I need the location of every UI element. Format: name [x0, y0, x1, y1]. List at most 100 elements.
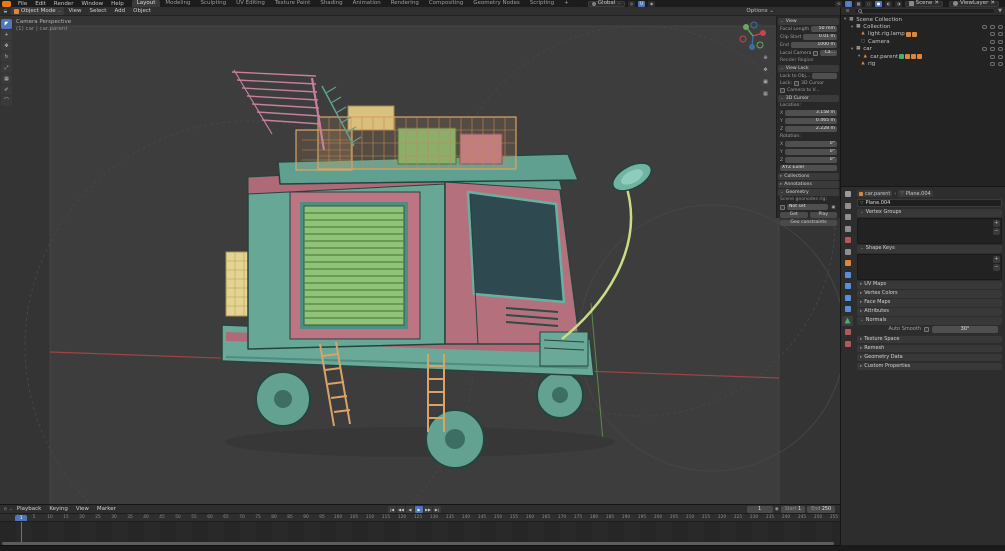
viewport-canvas[interactable]	[0, 16, 840, 504]
play-button[interactable]: ▶	[415, 506, 423, 513]
viewlayer-selector[interactable]: ViewLayer ✕	[949, 0, 999, 7]
lock-to-object-field[interactable]	[812, 73, 837, 79]
disclosure-caret[interactable]: ▾	[844, 17, 846, 22]
tab-view-layer[interactable]	[842, 224, 853, 234]
outliner-row[interactable]: ▾ ▦ Scene Collection	[841, 16, 1005, 23]
add-workspace-button[interactable]: +	[559, 0, 574, 7]
outliner-row[interactable]: ▾ ▦ Collection	[841, 23, 1005, 30]
geonodes-target-field[interactable]: Not set	[787, 204, 828, 210]
move-view-icon[interactable]: ✥	[761, 66, 770, 75]
exclude-checkbox[interactable]	[982, 25, 987, 30]
topbar-menu-render[interactable]: Render	[50, 1, 78, 7]
topbar-menu-file[interactable]: File	[14, 1, 31, 7]
cursor-y-field[interactable]: 0.465 m	[784, 118, 837, 124]
tool-measure[interactable]: ⌒	[1, 96, 12, 106]
annotations-panel-header[interactable]: ▸ Annotations	[778, 181, 839, 188]
list-remove-button[interactable]: −	[993, 227, 1000, 235]
tab-object[interactable]	[842, 258, 853, 268]
tab-texture[interactable]	[842, 339, 853, 349]
render-camera-icon[interactable]	[998, 62, 1003, 67]
workspace-tab-uv-editing[interactable]: UV Editing	[231, 0, 270, 7]
view-lock-panel-header[interactable]: ⌄ View Lock	[778, 65, 839, 72]
tab-object-data[interactable]	[842, 315, 853, 326]
collections-panel-header[interactable]: ▸ Collections	[778, 173, 839, 180]
play-reverse-button[interactable]: ◀	[406, 506, 414, 513]
geonodes-checkbox[interactable]	[780, 204, 785, 210]
geometry-panel-header[interactable]: ⌄ Geometry	[778, 189, 839, 196]
viewport-menu-add[interactable]: Add	[110, 8, 129, 14]
xray-toggle-icon[interactable]: ▩	[855, 0, 863, 7]
prev-keyframe-button[interactable]: ◀◀	[397, 506, 405, 513]
panel-header-custom-properties[interactable]: ▸ Custom Properties	[857, 362, 1002, 370]
shading-material-icon[interactable]: ◐	[885, 0, 893, 7]
geo-constraints-button[interactable]: Geo constraints	[780, 220, 837, 226]
timeline-editor-icon[interactable]: ◴	[2, 506, 9, 512]
tab-output[interactable]	[842, 212, 853, 222]
timeline-menu-view[interactable]: View	[72, 506, 93, 512]
viewport-menu-object[interactable]: Object	[129, 8, 155, 14]
cursor-rz-field[interactable]: 0°	[785, 157, 837, 163]
panel-header-geometry-data[interactable]: ▸ Geometry Data	[857, 353, 1002, 361]
render-camera-icon[interactable]	[998, 47, 1003, 52]
zoom-icon[interactable]: ⊕	[761, 54, 770, 63]
shading-solid-icon[interactable]: ●	[875, 0, 883, 7]
current-frame-field[interactable]: 1	[746, 506, 773, 513]
topbar-menu-edit[interactable]: Edit	[31, 1, 50, 7]
clip-end-field[interactable]: 1000 m	[790, 42, 837, 48]
panel-header-vertex-colors[interactable]: ▸ Vertex Colors	[857, 290, 1002, 298]
breadcrumb-data[interactable]: ▽ Plane.004	[898, 190, 933, 197]
topbar-menu-window[interactable]: Window	[77, 1, 107, 7]
outliner-row[interactable]: ▾ ▦ car	[841, 46, 1005, 53]
tab-render[interactable]	[842, 201, 853, 211]
local-camera-field[interactable]: Ca...	[820, 50, 837, 56]
frame-start-field[interactable]: Start 1	[780, 506, 806, 513]
tool-move[interactable]: ✥	[1, 41, 12, 51]
camera-view-icon[interactable]: ▣	[761, 78, 770, 87]
breadcrumb-object[interactable]: car.parent	[857, 190, 893, 197]
tab-modifiers[interactable]	[842, 270, 853, 280]
next-keyframe-button[interactable]: ▶▶	[424, 506, 432, 513]
playhead-line[interactable]	[21, 522, 23, 542]
cursor-panel-header[interactable]: ⌄ 3D Cursor	[778, 95, 839, 102]
panel-header-vertex-groups[interactable]: ⌄ Vertex Groups	[857, 209, 1002, 217]
hide-eye-icon[interactable]	[990, 54, 995, 59]
render-camera-icon[interactable]	[998, 39, 1003, 44]
auto-keying-icon[interactable]: ◉	[775, 507, 779, 512]
timeline-region[interactable]	[0, 522, 840, 542]
tool-scale[interactable]: ⤢	[1, 63, 12, 73]
timeline-ruler[interactable]: 0510152025303540455055606570758085909510…	[0, 514, 840, 522]
cursor-rx-field[interactable]: 0°	[785, 141, 837, 147]
auto-smooth-checkbox[interactable]	[924, 326, 929, 332]
outliner-search-input[interactable]	[854, 8, 996, 14]
panel-header-shape-keys[interactable]: ⌄ Shape Keys	[857, 245, 1002, 253]
snap-magnet-icon[interactable]: U	[638, 0, 646, 7]
outliner-row[interactable]: ▲ rig	[841, 60, 1005, 67]
render-camera-icon[interactable]	[998, 25, 1003, 30]
tab-material[interactable]	[842, 327, 853, 337]
viewport-menu-view[interactable]: View	[64, 8, 85, 14]
panel-header-texture-space[interactable]: ▸ Texture Space	[857, 335, 1002, 343]
disclosure-caret[interactable]: ▾	[858, 54, 860, 59]
render-camera-icon[interactable]	[998, 32, 1003, 37]
hide-eye-icon[interactable]	[990, 32, 995, 37]
outliner-row[interactable]: ▾ ▲ car.parent	[841, 53, 1005, 60]
tab-tool[interactable]	[842, 189, 853, 199]
workspace-tab-layout[interactable]: Layout	[131, 0, 161, 7]
panel-header-attributes[interactable]: ▸ Attributes	[857, 308, 1002, 316]
workspace-tab-sculpting[interactable]: Sculpting	[195, 0, 231, 7]
geo-play-button[interactable]: Play	[809, 212, 837, 218]
mode-dropdown[interactable]: Object Mode ⌄	[11, 7, 65, 15]
viewport-menu-select[interactable]: Select	[86, 8, 111, 14]
navigation-gizmo[interactable]	[738, 21, 768, 51]
exclude-checkbox[interactable]	[982, 47, 987, 52]
geo-get-button[interactable]: Get	[780, 212, 808, 218]
workspace-tab-texture-paint[interactable]: Texture Paint	[270, 0, 316, 7]
cursor-z-field[interactable]: 2.228 m	[785, 126, 837, 132]
proportional-editing-icon[interactable]: ◉	[648, 0, 656, 7]
hide-eye-icon[interactable]	[990, 62, 995, 67]
list-add-button[interactable]: +	[993, 219, 1000, 227]
outliner-row[interactable]: ▢ Camera	[841, 38, 1005, 45]
filter-icon[interactable]: ▼	[998, 8, 1002, 14]
render-camera-icon[interactable]	[998, 54, 1003, 59]
tool-annotate[interactable]: ✐	[1, 85, 12, 95]
